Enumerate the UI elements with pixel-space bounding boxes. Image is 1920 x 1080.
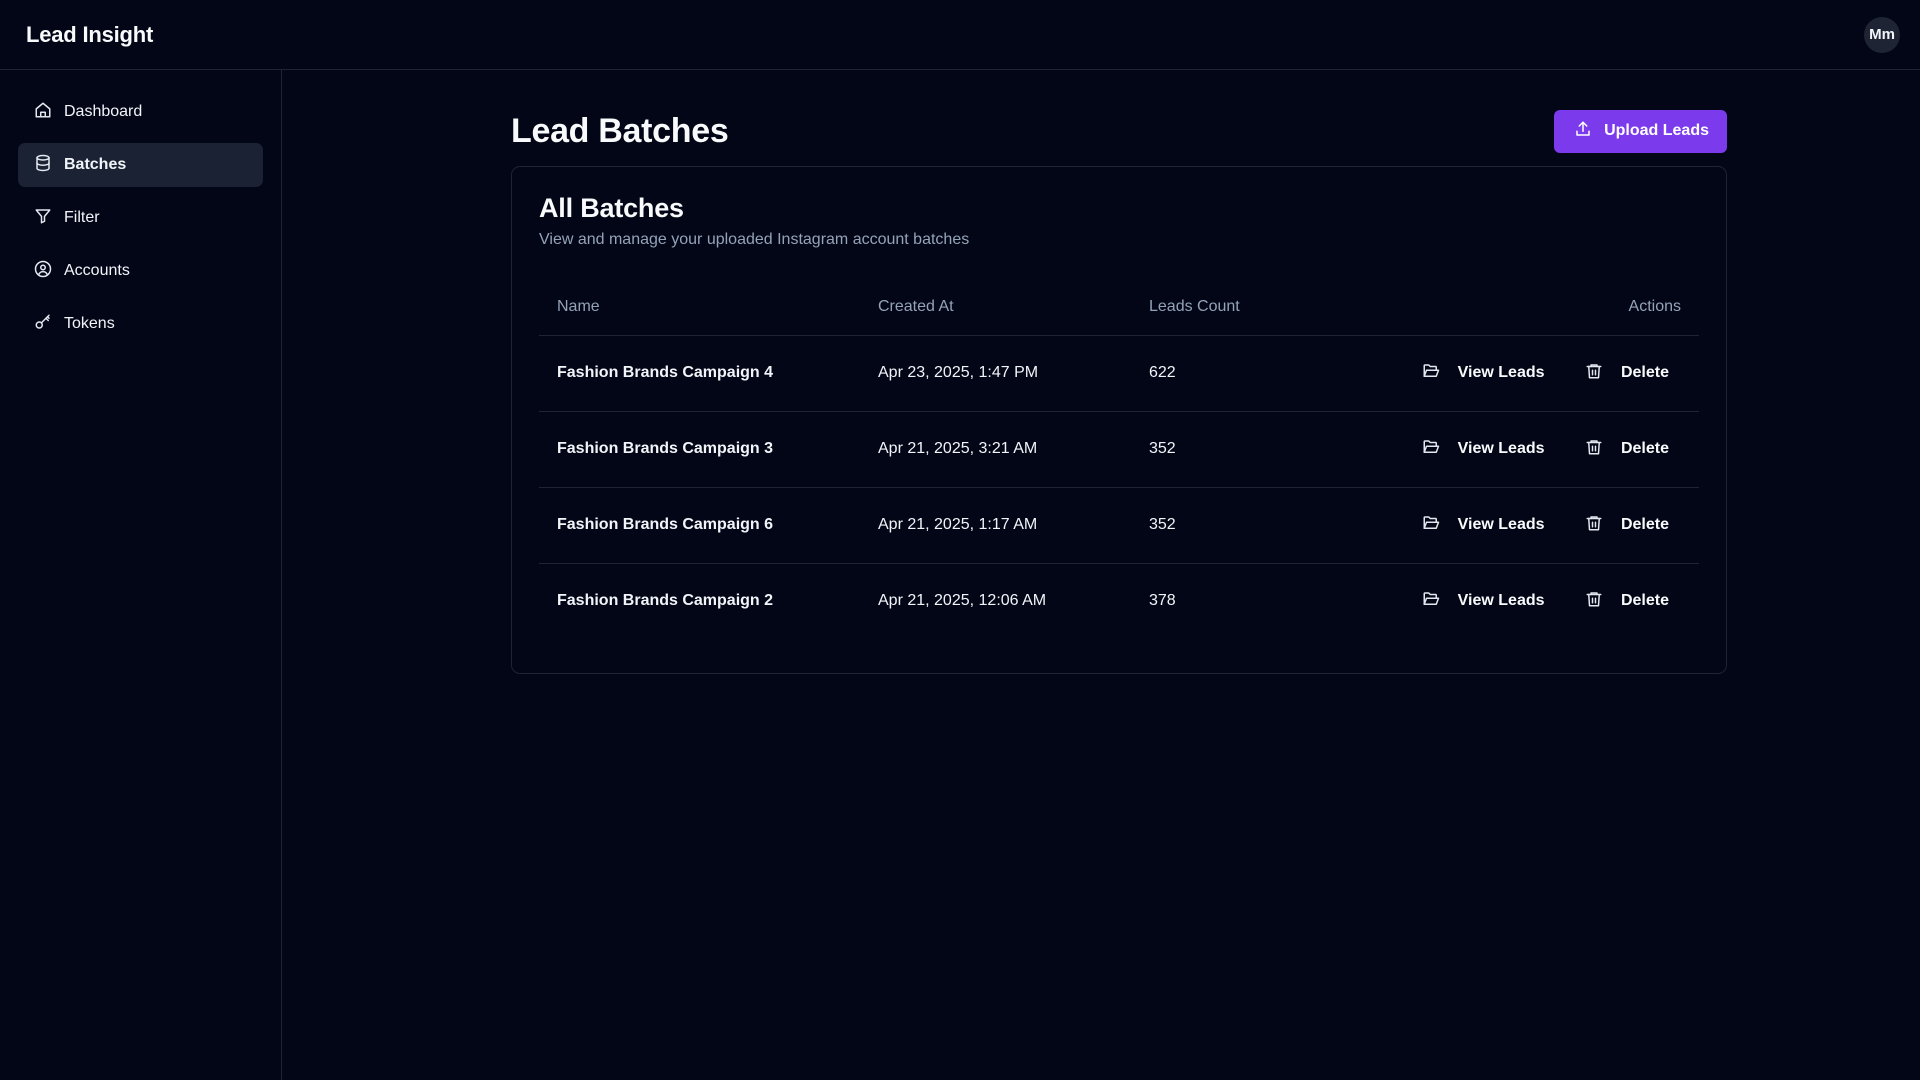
trash-icon [1585, 362, 1603, 385]
delete-button[interactable]: Delete [1585, 514, 1669, 537]
batch-name: Fashion Brands Campaign 3 [539, 411, 860, 488]
view-leads-label: View Leads [1457, 592, 1545, 610]
table-row: Fashion Brands Campaign 2 Apr 21, 2025, … [539, 563, 1699, 639]
batches-card: All Batches View and manage your uploade… [511, 166, 1727, 674]
batch-name: Fashion Brands Campaign 6 [539, 487, 860, 564]
column-header-created-at[interactable]: Created At [860, 279, 1131, 336]
batch-leads-count: 378 [1149, 592, 1176, 610]
delete-label: Delete [1620, 516, 1669, 533]
key-icon [34, 313, 52, 336]
sidebar-item-accounts[interactable]: Accounts [18, 249, 263, 293]
trash-icon [1585, 590, 1603, 613]
card-title: All Batches [539, 193, 684, 223]
folder-open-icon [1422, 590, 1440, 613]
delete-button[interactable]: Delete [1585, 438, 1669, 461]
main-content: Lead Batches Upload Leads All Batches Vi… [511, 70, 1727, 674]
sidebar: Dashboard Batches Filter Accounts Tokens [0, 70, 282, 1080]
batch-created-at: Apr 23, 2025, 1:47 PM [860, 335, 1131, 412]
folder-open-icon [1422, 438, 1440, 461]
column-header-name[interactable]: Name [539, 279, 860, 336]
page-title: Lead Batches [511, 111, 729, 150]
user-circle-icon [34, 260, 52, 283]
sidebar-item-label: Tokens [64, 315, 115, 332]
trash-icon [1585, 438, 1603, 461]
row-actions: View Leads Delete [1301, 335, 1699, 412]
delete-label: Delete [1620, 364, 1669, 381]
delete-label: Delete [1620, 440, 1669, 457]
batch-created-at: Apr 21, 2025, 1:17 AM [860, 487, 1131, 564]
view-leads-label: View Leads [1457, 516, 1545, 533]
sidebar-item-dashboard[interactable]: Dashboard [18, 90, 263, 134]
sidebar-item-label: Filter [64, 209, 100, 226]
batch-leads-count: 352 [1131, 411, 1302, 488]
batches-table: Name Created At Leads Count Actions Fash… [539, 279, 1699, 639]
column-header-leads-count[interactable]: Leads Count [1131, 279, 1302, 336]
view-leads-button[interactable]: View Leads [1422, 514, 1545, 537]
upload-leads-label: Upload Leads [1604, 122, 1709, 139]
sidebar-item-tokens[interactable]: Tokens [18, 302, 263, 346]
app-title: Lead Insight [26, 21, 154, 47]
filter-icon [34, 207, 52, 230]
delete-button[interactable]: Delete [1585, 590, 1669, 613]
sidebar-item-batches[interactable]: Batches [18, 143, 263, 187]
row-actions: View Leads Delete [1301, 487, 1699, 564]
view-leads-button[interactable]: View Leads [1422, 590, 1545, 613]
delete-button[interactable]: Delete [1585, 362, 1669, 385]
folder-open-icon [1422, 362, 1440, 385]
batch-created-at: Apr 21, 2025, 12:06 AM [878, 592, 1047, 610]
home-icon [34, 101, 52, 124]
batch-created-at: Apr 21, 2025, 3:21 AM [860, 411, 1131, 488]
folder-open-icon [1422, 514, 1440, 537]
view-leads-label: View Leads [1457, 440, 1545, 457]
view-leads-button[interactable]: View Leads [1422, 438, 1545, 461]
page-header: Lead Batches Upload Leads [511, 70, 1727, 166]
card-subtitle: View and manage your uploaded Instagram … [539, 231, 970, 248]
delete-label: Delete [1620, 592, 1669, 610]
table-row: Fashion Brands Campaign 3 Apr 21, 2025, … [539, 411, 1699, 488]
batch-leads-count: 622 [1131, 335, 1302, 412]
sidebar-item-filter[interactable]: Filter [18, 196, 263, 240]
batch-leads-count: 352 [1131, 487, 1302, 564]
sidebar-item-label: Dashboard [64, 103, 143, 120]
batch-name: Fashion Brands Campaign 4 [539, 335, 860, 412]
avatar[interactable]: Mm [1864, 16, 1900, 53]
table-row: Fashion Brands Campaign 4 Apr 23, 2025, … [539, 335, 1699, 412]
table-header-row: Name Created At Leads Count Actions [539, 279, 1699, 336]
trash-icon [1585, 514, 1603, 537]
top-bar: Lead Insight Mm [0, 0, 1920, 70]
sidebar-item-label: Batches [64, 156, 127, 173]
row-actions: View Leads Delete [1302, 563, 1699, 639]
upload-leads-button[interactable]: Upload Leads [1554, 109, 1727, 153]
row-actions: View Leads Delete [1301, 411, 1699, 488]
table-row: Fashion Brands Campaign 6 Apr 21, 2025, … [539, 487, 1699, 564]
database-icon [34, 154, 52, 177]
view-leads-button[interactable]: View Leads [1422, 362, 1545, 385]
upload-icon [1574, 120, 1592, 143]
view-leads-label: View Leads [1457, 364, 1545, 381]
batch-name: Fashion Brands Campaign 2 [557, 592, 774, 610]
column-header-actions: Actions [1301, 279, 1699, 336]
sidebar-item-label: Accounts [64, 262, 130, 279]
